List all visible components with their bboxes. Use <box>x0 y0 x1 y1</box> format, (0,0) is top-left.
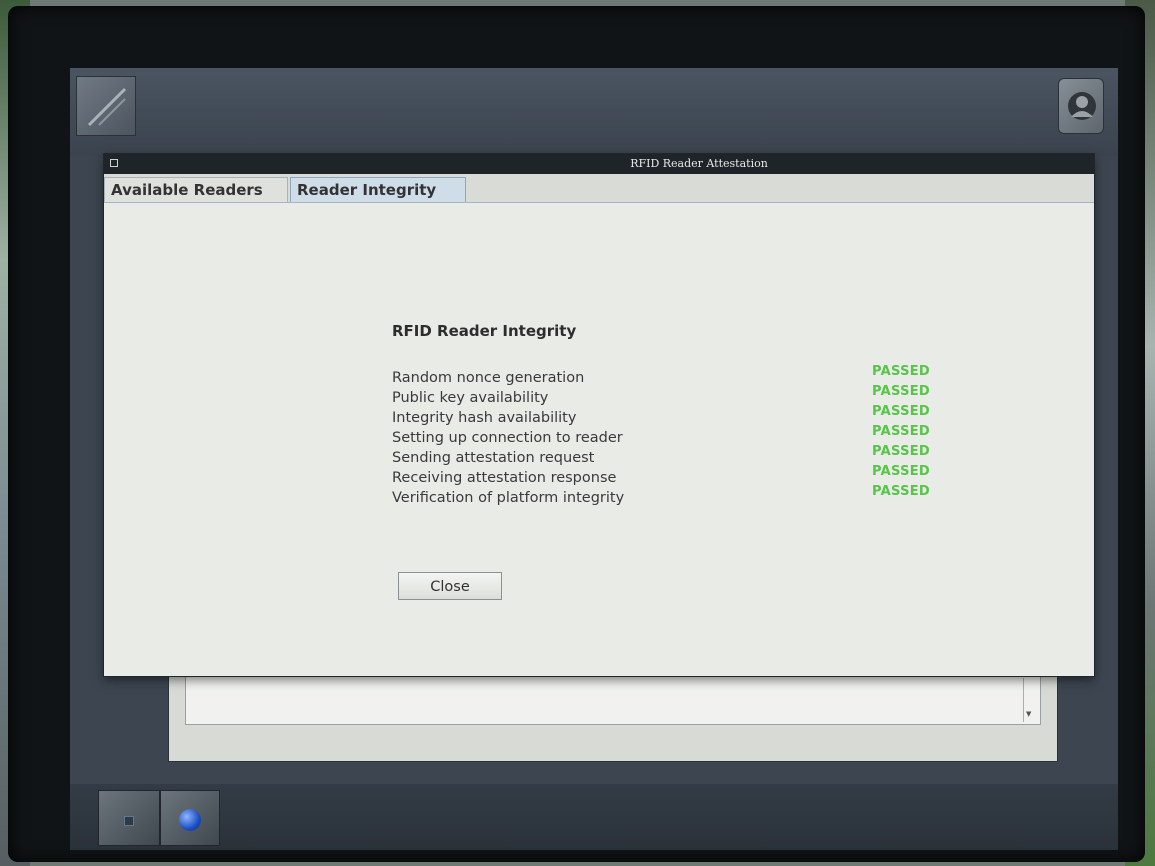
window-title: RFID Reader Attestation <box>630 157 768 170</box>
check-status-badge: PASSED <box>872 464 931 479</box>
tab-available-readers[interactable]: Available Readers <box>104 177 288 202</box>
check-status-badge: PASSED <box>872 444 931 459</box>
check-row: Integrity hash availability PASSED <box>392 404 952 428</box>
check-row: Receiving attestation response PASSED <box>392 464 952 488</box>
check-label: Integrity hash availability <box>392 410 577 426</box>
check-row: Setting up connection to reader PASSED <box>392 424 952 448</box>
background-window: ▼ <box>168 668 1058 762</box>
check-status-badge: PASSED <box>872 484 931 499</box>
check-label: Sending attestation request <box>392 450 595 466</box>
desktop-screen: ▼ RFID Reader Attestation Available Read… <box>70 68 1118 850</box>
scroll-down-arrow-icon[interactable]: ▼ <box>1026 710 1031 718</box>
check-label: Random nonce generation <box>392 370 585 386</box>
edit-tool-icon[interactable] <box>76 76 136 136</box>
dock-button-square[interactable] <box>98 790 160 846</box>
check-row: Verification of platform integrity PASSE… <box>392 484 952 508</box>
check-label: Verification of platform integrity <box>392 490 625 506</box>
check-status-badge: PASSED <box>872 404 931 419</box>
check-label: Receiving attestation response <box>392 470 617 486</box>
small-square-icon <box>124 816 134 826</box>
top-panel <box>70 68 1118 156</box>
check-row: Random nonce generation PASSED <box>392 364 952 388</box>
check-status-badge: PASSED <box>872 384 931 399</box>
monitor-bezel: ▼ RFID Reader Attestation Available Read… <box>8 6 1145 862</box>
integrity-heading: RFID Reader Integrity <box>392 322 577 340</box>
integrity-panel: RFID Reader Integrity Random nonce gener… <box>104 203 1094 676</box>
attestation-window: RFID Reader Attestation Available Reader… <box>104 154 1094 676</box>
background-scrollbar[interactable]: ▼ <box>1023 678 1036 722</box>
check-label: Public key availability <box>392 390 549 406</box>
check-label: Setting up connection to reader <box>392 430 623 446</box>
background-text-area[interactable]: ▼ <box>185 673 1041 725</box>
bottom-dock <box>70 784 1118 850</box>
check-status-badge: PASSED <box>872 364 931 379</box>
check-row: Sending attestation request PASSED <box>392 444 952 468</box>
integrity-check-list: Random nonce generation PASSED Public ke… <box>392 364 952 508</box>
tab-bar: Available Readers Reader Integrity <box>104 174 1094 203</box>
user-icon[interactable] <box>1058 78 1104 134</box>
window-titlebar[interactable]: RFID Reader Attestation <box>104 154 1094 174</box>
check-status-badge: PASSED <box>872 424 931 439</box>
dock-button-orb[interactable] <box>160 790 220 846</box>
blue-orb-icon <box>179 809 201 831</box>
tab-reader-integrity[interactable]: Reader Integrity <box>290 177 466 202</box>
close-button[interactable]: Close <box>398 572 502 600</box>
check-row: Public key availability PASSED <box>392 384 952 408</box>
